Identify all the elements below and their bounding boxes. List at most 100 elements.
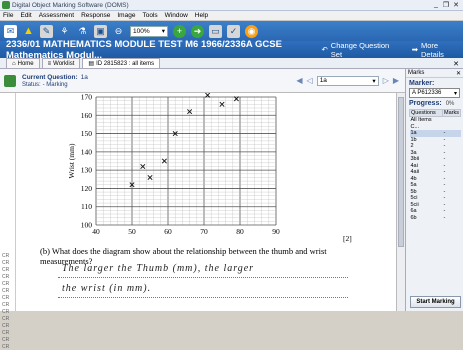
menu-tools[interactable]: Tools <box>142 12 157 19</box>
zoom-select[interactable]: 100% ▾ <box>130 25 168 37</box>
vertical-scrollbar[interactable] <box>396 93 405 311</box>
restore-button[interactable]: ❐ <box>442 1 450 9</box>
menu-edit[interactable]: Edit <box>20 12 31 19</box>
tab-home[interactable]: ⌂ Home <box>6 58 40 68</box>
mail-icon[interactable]: ✉ <box>4 24 17 38</box>
progress: Progress: 0% <box>406 99 463 108</box>
tab-strip: ⌂ Home ≡ Worklist ▤ ID 2815823 : all items … <box>0 58 463 69</box>
tab-home-label: Home <box>17 60 34 67</box>
margin-letter: CR <box>2 281 10 287</box>
app-icon <box>2 1 10 9</box>
menu-bar: File Edit Assessment Response Image Tool… <box>0 11 463 21</box>
scrollbar-thumb[interactable] <box>398 97 404 247</box>
change-question-set-link[interactable]: ↶ Change Question Set <box>321 41 389 59</box>
close-button[interactable]: ✕ <box>452 1 460 9</box>
document-icon: ▤ <box>88 61 95 67</box>
question-info: Current Question: 1a Status: - Marking <box>22 74 88 88</box>
home-icon: ⌂ <box>12 60 16 67</box>
answer-line-2: the wrist (in mm). <box>62 283 152 294</box>
y-tick-label: 130 <box>81 166 93 175</box>
marker-value: A P612336 <box>412 90 442 96</box>
tab-worklist-label: Worklist <box>53 60 75 67</box>
annotate-icon[interactable]: ✎ <box>40 24 53 38</box>
zoom-in-icon[interactable]: + <box>173 24 186 38</box>
tree-icon[interactable]: ⚘ <box>58 25 71 38</box>
x-tick-label: 50 <box>128 227 136 236</box>
x-tick-label: 80 <box>236 227 244 236</box>
margin-letter: CR <box>2 330 10 336</box>
x-tick-label: 70 <box>200 227 208 236</box>
zoom-out-icon[interactable]: ⊖ <box>112 25 125 38</box>
menu-response[interactable]: Response <box>81 12 110 19</box>
margin-letter: CR <box>2 323 10 329</box>
y-tick-label: 100 <box>81 221 93 230</box>
last-question-icon[interactable]: ▶ <box>393 76 399 85</box>
list-icon: ≡ <box>47 60 52 67</box>
previous-question-icon[interactable]: ◁ <box>307 76 313 85</box>
margin-letter: CR <box>2 344 10 350</box>
image-icon[interactable]: ▣ <box>94 24 107 38</box>
menu-help[interactable]: Help <box>195 12 208 19</box>
question-row[interactable]: 6b - <box>410 215 461 222</box>
close-tab-icon[interactable]: ✕ <box>453 60 459 68</box>
y-tick-label: 160 <box>81 111 93 120</box>
more-details-link[interactable]: ➡ More Details <box>412 41 455 59</box>
hierarchy-icon[interactable]: ⚗ <box>76 25 89 38</box>
y-tick-label: 110 <box>81 202 92 211</box>
mark-cell <box>443 117 461 131</box>
answer-rule-1 <box>58 277 348 278</box>
marker-select[interactable]: A P612336 ▾ <box>409 88 460 98</box>
next-icon[interactable]: ➜ <box>191 24 204 38</box>
y-tick-label: 170 <box>81 93 93 102</box>
comment-icon[interactable]: ▭ <box>209 24 222 38</box>
arrow-right-icon: ➡ <box>411 45 418 54</box>
more-details-label: More Details <box>421 40 444 59</box>
start-marking-button[interactable]: Start Marking <box>410 296 461 308</box>
change-icon: ↶ <box>321 45 328 54</box>
status-value: - Marking <box>42 81 68 88</box>
next-question-icon[interactable]: ▷ <box>383 76 389 85</box>
margin-letter: CR <box>2 316 10 322</box>
change-question-label: Change Question Set <box>330 40 390 59</box>
question-cell: 6b <box>410 214 417 221</box>
progress-label: Progress: <box>409 100 442 107</box>
margin-letter: CR <box>2 309 10 315</box>
margin-letter: CR <box>2 302 10 308</box>
question-row[interactable]: All Items C... <box>410 117 461 131</box>
marks-panel-header: Marks ✕ <box>406 69 463 78</box>
question-select[interactable]: 1a ▾ <box>316 75 379 86</box>
chevron-down-icon: ▾ <box>453 90 457 97</box>
marker-label: Marker: <box>409 80 435 87</box>
minimize-button[interactable]: _ <box>432 1 440 9</box>
menu-assessment[interactable]: Assessment <box>39 12 74 19</box>
margin-letter: CR <box>2 253 10 259</box>
menu-window[interactable]: Window <box>165 12 188 19</box>
tab-script[interactable]: ▤ ID 2815823 : all items <box>82 58 161 68</box>
y-tick-label: 150 <box>81 129 93 138</box>
question-bar: Current Question: 1a Status: - Marking ◀ … <box>0 69 405 93</box>
x-tick-label: 60 <box>164 227 172 236</box>
questions-table: Questions Marks All Items C... 1a -1b -2-3a -… <box>408 109 461 222</box>
tab-worklist[interactable]: ≡ Worklist <box>41 58 81 68</box>
col-questions: Questions <box>408 109 444 117</box>
question-select-value: 1a <box>319 77 327 84</box>
progress-value: 0% <box>445 101 455 107</box>
answer-line-1: The larger the Thumb (mm), the larger <box>62 263 255 274</box>
col-marks: Marks <box>442 109 461 117</box>
script-viewer[interactable]: CR CR CR CR CR CR CR CR CR CR CR CR CR CR 40 50 60 70 80 9… <box>0 93 405 350</box>
marks-panel-title: Marks <box>408 70 425 76</box>
y-tick-label: 140 <box>81 147 93 156</box>
data-point <box>161 158 167 164</box>
warning-icon[interactable]: ▲ <box>22 25 35 38</box>
close-icon[interactable]: ✕ <box>456 70 461 77</box>
window-title: Digital Object Marking Software (DOMS) <box>12 1 129 9</box>
answer-rule-2 <box>58 297 348 298</box>
menu-file[interactable]: File <box>3 12 13 19</box>
margin-letter: CR <box>2 267 10 273</box>
help-icon[interactable]: ◉ <box>245 24 258 38</box>
margin-letter: CR <box>2 260 10 266</box>
check-icon[interactable]: ✓ <box>227 24 240 38</box>
first-question-icon[interactable]: ◀ <box>296 76 302 85</box>
menu-image[interactable]: Image <box>117 12 135 19</box>
margin-letter: CR <box>2 337 10 343</box>
